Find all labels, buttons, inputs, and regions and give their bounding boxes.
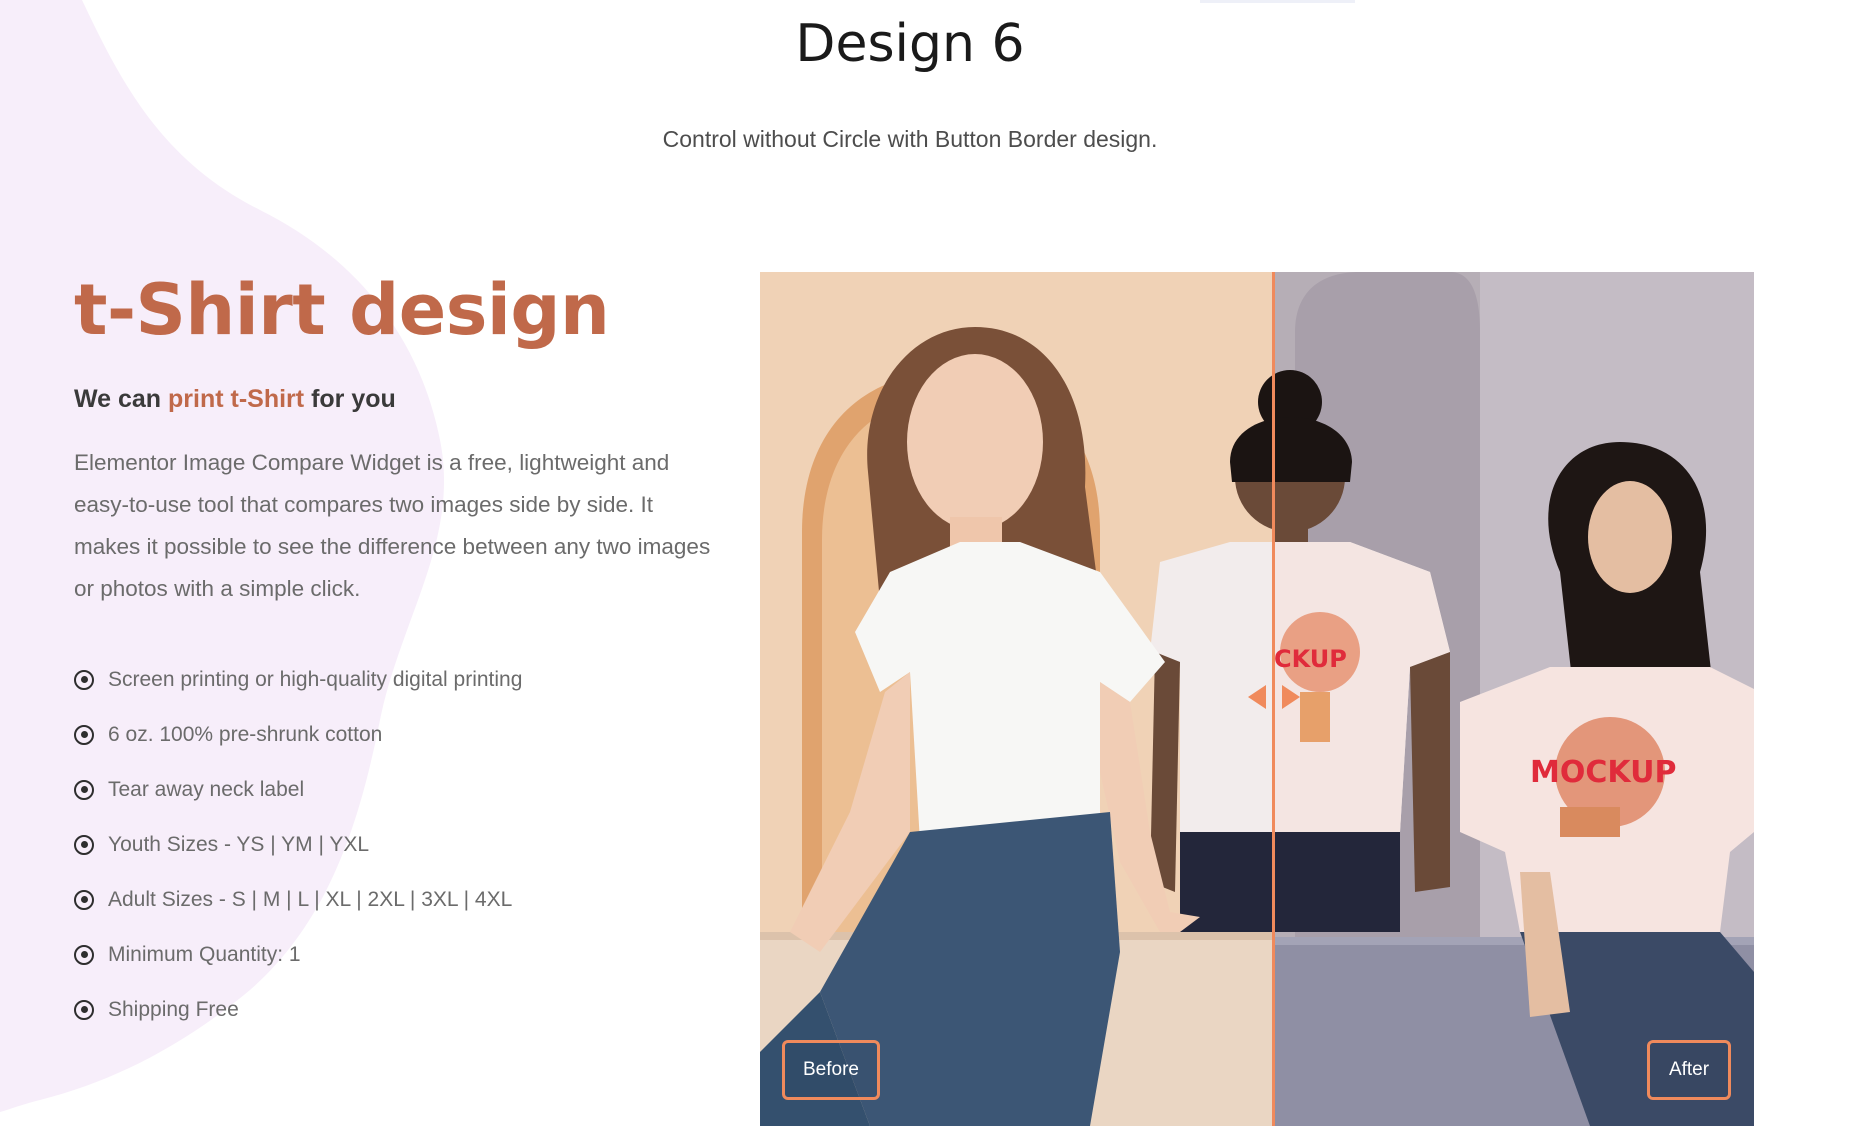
page: Design 6 Control without Circle with But…: [0, 0, 1856, 1147]
tagline-suffix: for you: [304, 385, 396, 413]
feature-item: 6 oz. 100% pre-shrunk cotton: [74, 707, 734, 762]
product-tagline: We can print t-Shirt for you: [74, 385, 734, 414]
radio-circle-icon: [74, 669, 94, 690]
product-title: t-Shirt design: [74, 269, 610, 351]
top-decor-line: [1200, 0, 1355, 3]
feature-item: Minimum Quantity: 1: [74, 927, 734, 982]
image-compare-widget[interactable]: CKUP MOCKUP Before After: [760, 272, 1754, 1126]
radio-circle-icon: [74, 944, 94, 965]
feature-text: Shipping Free: [108, 997, 239, 1021]
feature-item: Screen printing or high-quality digital …: [74, 652, 734, 707]
tagline-accent: print t-Shirt: [168, 385, 305, 413]
feature-item: Adult Sizes - S | M | L | XL | 2XL | 3XL…: [74, 872, 734, 927]
feature-text: Youth Sizes - YS | YM | YXL: [108, 832, 370, 856]
feature-item: Shipping Free: [74, 982, 734, 1037]
mockup-text-partial: CKUP: [1274, 645, 1347, 673]
radio-circle-icon: [74, 724, 94, 745]
feature-item: Youth Sizes - YS | YM | YXL: [74, 817, 734, 872]
section-subtitle: Control without Circle with Button Borde…: [662, 126, 1158, 152]
feature-item: Tear away neck label: [74, 762, 734, 817]
tagline-prefix: We can: [74, 385, 169, 413]
product-info: t-Shirt design We can print t-Shirt for …: [74, 272, 734, 1037]
feature-text: Adult Sizes - S | M | L | XL | 2XL | 3XL…: [108, 887, 513, 911]
feature-list: Screen printing or high-quality digital …: [74, 652, 734, 1037]
arrows-left-right-icon[interactable]: [1244, 682, 1304, 712]
radio-circle-icon: [74, 889, 94, 910]
radio-circle-icon: [74, 834, 94, 855]
radio-circle-icon: [74, 999, 94, 1020]
after-label: After: [1647, 1040, 1731, 1100]
feature-text: Minimum Quantity: 1: [108, 942, 301, 966]
mockup-text: MOCKUP: [1530, 755, 1676, 790]
feature-text: Tear away neck label: [108, 777, 305, 801]
radio-circle-icon: [74, 779, 94, 800]
product-description: Elementor Image Compare Widget is a free…: [74, 450, 711, 601]
feature-text: Screen printing or high-quality digital …: [108, 667, 523, 691]
section-title: Design 6: [795, 14, 1025, 74]
before-label: Before: [782, 1040, 880, 1100]
feature-text: 6 oz. 100% pre-shrunk cotton: [108, 722, 383, 746]
